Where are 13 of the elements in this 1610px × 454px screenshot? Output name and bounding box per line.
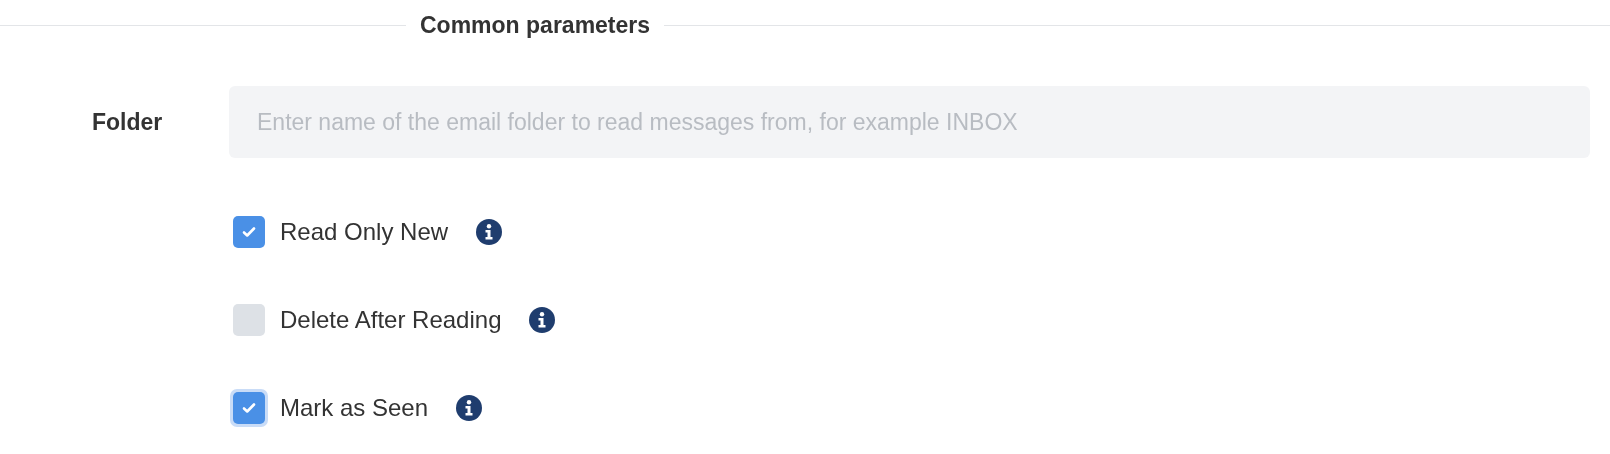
checkbox[interactable] — [233, 216, 265, 248]
info-icon[interactable] — [456, 395, 483, 421]
option-label: Mark as Seen — [280, 394, 429, 422]
option-label: Delete After Reading — [280, 306, 502, 334]
checkbox[interactable] — [233, 304, 265, 336]
folder-label: Folder — [92, 108, 164, 136]
info-icon[interactable] — [529, 307, 556, 333]
check-icon — [242, 402, 256, 414]
folder-field[interactable]: Enter name of the email folder to read messages from, for example INBOX — [229, 86, 1590, 158]
info-icon[interactable] — [476, 219, 503, 245]
option-label: Read Only New — [280, 218, 449, 246]
section-title: Common parameters — [419, 11, 652, 39]
check-icon — [242, 226, 256, 238]
